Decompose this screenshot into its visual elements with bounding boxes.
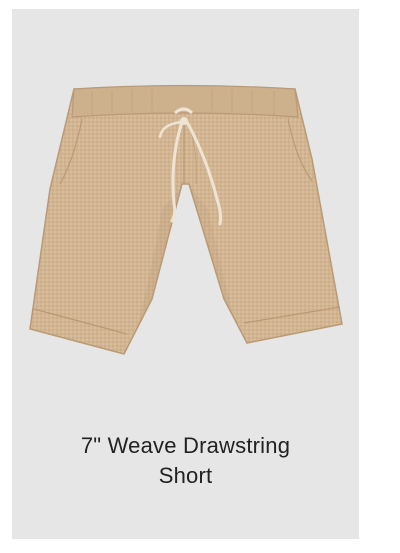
shorts-image-icon [29,84,343,355]
product-title[interactable]: 7" Weave Drawstring Short [12,431,359,491]
product-title-line-2: Short [158,463,213,488]
product-image[interactable] [12,9,359,409]
product-title-line-1: 7" Weave Drawstring [80,433,291,458]
product-card[interactable]: 7" Weave Drawstring Short [12,9,359,539]
